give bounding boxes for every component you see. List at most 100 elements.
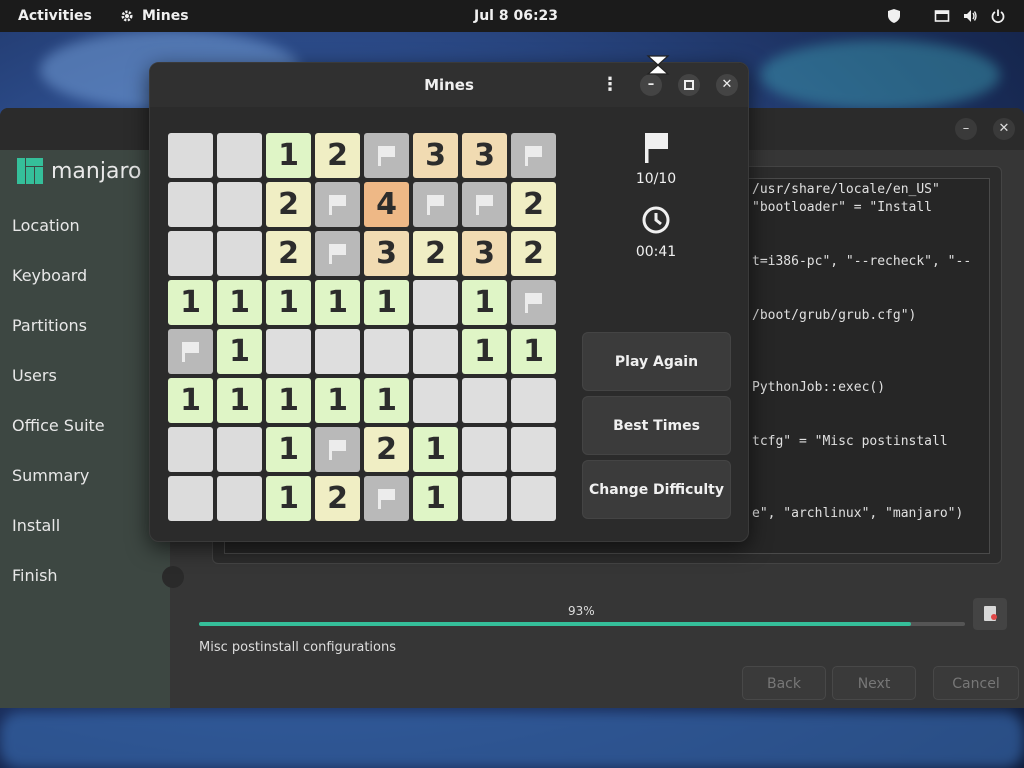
cell-unrevealed[interactable]	[217, 182, 262, 227]
cell-flagged[interactable]	[315, 427, 360, 472]
screen-icon[interactable]	[934, 8, 950, 24]
power-icon[interactable]	[990, 8, 1006, 24]
cell-number[interactable]: 4	[364, 182, 409, 227]
flag-icon	[328, 439, 346, 460]
cell-flagged[interactable]	[364, 476, 409, 521]
cancel-button[interactable]: Cancel	[933, 666, 1019, 700]
cell-empty[interactable]	[462, 378, 507, 423]
shield-icon[interactable]	[886, 8, 902, 24]
cell-flagged[interactable]	[364, 133, 409, 178]
cell-number[interactable]: 2	[511, 231, 556, 276]
cell-unrevealed[interactable]	[168, 476, 213, 521]
installer-close-button[interactable]: ✕	[993, 118, 1015, 140]
cell-unrevealed[interactable]	[217, 476, 262, 521]
log-line: "bootloader" = "Install	[752, 200, 933, 215]
cell-number[interactable]: 1	[266, 378, 311, 423]
wallpaper-blob	[760, 40, 1000, 110]
cell-number[interactable]: 1	[168, 280, 213, 325]
cell-number[interactable]: 1	[511, 329, 556, 374]
cell-number[interactable]: 2	[315, 476, 360, 521]
next-button[interactable]: Next	[832, 666, 916, 700]
cell-number[interactable]: 1	[168, 378, 213, 423]
flag-icon	[426, 194, 444, 215]
cell-empty[interactable]	[315, 329, 360, 374]
change-difficulty-button[interactable]: Change Difficulty	[582, 460, 731, 519]
cell-number[interactable]: 1	[266, 133, 311, 178]
best-times-button[interactable]: Best Times	[582, 396, 731, 455]
cell-number[interactable]: 1	[266, 427, 311, 472]
cell-empty[interactable]	[462, 476, 507, 521]
cell-number[interactable]: 3	[364, 231, 409, 276]
cell-number[interactable]: 1	[315, 280, 360, 325]
cell-number[interactable]: 2	[511, 182, 556, 227]
cell-number[interactable]: 1	[266, 280, 311, 325]
cell-number[interactable]: 1	[462, 329, 507, 374]
cell-flagged[interactable]	[462, 182, 507, 227]
cell-number[interactable]: 1	[266, 476, 311, 521]
installer-minimize-button[interactable]: –	[955, 118, 977, 140]
cell-number[interactable]: 1	[217, 378, 262, 423]
flag-icon	[524, 145, 542, 166]
cell-empty[interactable]	[462, 427, 507, 472]
log-line: /usr/share/locale/en_US"	[752, 182, 940, 197]
cell-empty[interactable]	[413, 329, 458, 374]
cell-unrevealed[interactable]	[168, 133, 213, 178]
cell-empty[interactable]	[413, 378, 458, 423]
cell-empty[interactable]	[413, 280, 458, 325]
cell-number[interactable]: 1	[364, 378, 409, 423]
cell-flagged[interactable]	[168, 329, 213, 374]
cell-unrevealed[interactable]	[217, 427, 262, 472]
app-menu[interactable]: Mines	[120, 0, 189, 32]
cell-number[interactable]: 3	[462, 231, 507, 276]
cell-unrevealed[interactable]	[168, 182, 213, 227]
cell-empty[interactable]	[364, 329, 409, 374]
log-toggle-button[interactable]	[973, 598, 1007, 630]
cell-empty[interactable]	[511, 427, 556, 472]
maximize-button[interactable]	[678, 74, 700, 96]
cell-empty[interactable]	[511, 476, 556, 521]
cell-flagged[interactable]	[511, 280, 556, 325]
flag-icon	[328, 194, 346, 215]
document-icon	[984, 606, 997, 621]
flag-icon	[645, 133, 668, 163]
mines-window: Mines ⋮ – ✕ 1233242232321111111111111112…	[149, 62, 749, 542]
cell-unrevealed[interactable]	[168, 427, 213, 472]
cell-number[interactable]: 3	[413, 133, 458, 178]
cell-number[interactable]: 1	[364, 280, 409, 325]
cell-number[interactable]: 1	[217, 280, 262, 325]
cell-number[interactable]: 3	[462, 133, 507, 178]
play-again-button[interactable]: Play Again	[582, 332, 731, 391]
close-button[interactable]: ✕	[716, 74, 738, 96]
cell-number[interactable]: 1	[413, 476, 458, 521]
cell-number[interactable]: 1	[217, 329, 262, 374]
cell-flagged[interactable]	[315, 231, 360, 276]
cell-number[interactable]: 1	[462, 280, 507, 325]
cell-number[interactable]: 1	[413, 427, 458, 472]
gear-icon	[121, 10, 133, 22]
back-button[interactable]: Back	[742, 666, 826, 700]
elapsed-time: 00:41	[635, 244, 677, 260]
cell-unrevealed[interactable]	[217, 231, 262, 276]
activities-button[interactable]: Activities	[18, 0, 92, 32]
flags-counter: 10/10	[635, 171, 677, 187]
progress-percent: 93%	[568, 604, 595, 618]
cell-unrevealed[interactable]	[168, 231, 213, 276]
cell-flagged[interactable]	[511, 133, 556, 178]
cell-flagged[interactable]	[315, 182, 360, 227]
log-line: /boot/grub/grub.cfg")	[752, 308, 917, 323]
app-menu-label: Mines	[142, 8, 189, 24]
cell-flagged[interactable]	[413, 182, 458, 227]
cell-number[interactable]: 2	[266, 231, 311, 276]
cell-number[interactable]: 2	[315, 133, 360, 178]
cell-number[interactable]: 1	[315, 378, 360, 423]
cell-empty[interactable]	[511, 378, 556, 423]
clock[interactable]: Jul 8 06:23	[474, 0, 558, 32]
menu-button[interactable]: ⋮	[598, 74, 622, 96]
volume-icon[interactable]	[962, 8, 978, 24]
cell-number[interactable]: 2	[413, 231, 458, 276]
cell-unrevealed[interactable]	[217, 133, 262, 178]
cell-number[interactable]: 2	[266, 182, 311, 227]
minimize-button[interactable]: –	[640, 74, 662, 96]
cell-empty[interactable]	[266, 329, 311, 374]
cell-number[interactable]: 2	[364, 427, 409, 472]
